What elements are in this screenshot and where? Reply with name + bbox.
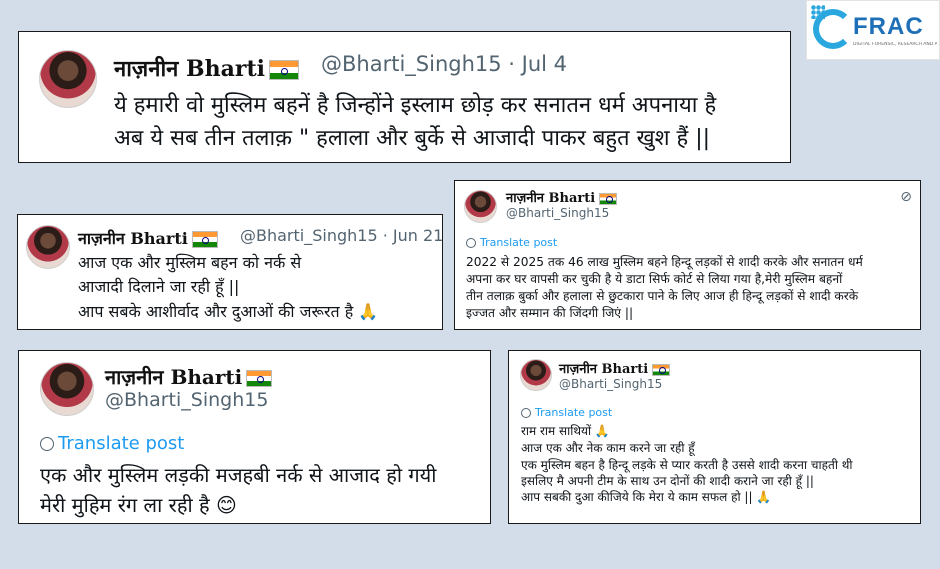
dfrac-logo: FRAC DIGITAL FORENSIC, RESEARCH AND ANAL… — [806, 0, 940, 60]
tweet-card-data-claim: नाज़नीन Bharti @Bharti_Singh15 ⊘ Transla… — [454, 180, 921, 330]
tweet-text-line: मेरी मुहिम रंग ला रही है 😊 — [40, 493, 237, 517]
tweet-text-line: ये हमारी वो मुस्लिम बहनें है जिन्होंने इ… — [114, 93, 717, 118]
india-flag-icon — [599, 192, 618, 205]
tweet-text-line: आज एक और नेक काम करने जा रही हूँ — [521, 441, 695, 455]
translate-post-link[interactable]: Translate post — [40, 433, 184, 454]
tweet-card-girl-freed: नाज़नीन Bharti @Bharti_Singh15 Translate… — [18, 350, 491, 524]
display-name[interactable]: नाज़नीन Bharti — [114, 53, 299, 83]
india-flag-icon — [191, 231, 218, 248]
india-flag-icon — [268, 60, 299, 80]
india-flag-icon — [652, 363, 671, 376]
tweet-text-line: एक और मुस्लिम लड़की मजहबी नर्क से आजाद ह… — [40, 463, 437, 487]
display-name[interactable]: नाज़नीन Bharti — [559, 359, 671, 377]
profile-avatar[interactable] — [464, 190, 497, 223]
display-name[interactable]: नाज़नीन Bharti — [78, 227, 218, 249]
user-handle[interactable]: @Bharti_Singh15 — [559, 377, 662, 391]
tweet-card-jun21: नाज़नीन Bharti @Bharti_Singh15 · Jun 21 … — [17, 214, 443, 330]
profile-avatar[interactable] — [40, 362, 94, 416]
translate-post-link[interactable]: Translate post — [521, 406, 612, 419]
tweet-text-line: अब ये सब तीन तलाक़ " हलाला और बुर्के से … — [114, 126, 711, 151]
tweet-text-line: आज एक और मुस्लिम बहन को नर्क से — [78, 253, 302, 272]
logo-tagline: DIGITAL FORENSIC, RESEARCH AND ANALYTICS… — [853, 42, 937, 47]
tweet-text-line: एक मुस्लिम बहन है हिन्दू लड़के से प्यार … — [521, 458, 853, 472]
display-name[interactable]: नाज़नीन Bharti — [105, 363, 273, 390]
tweet-text-line: 2022 से 2025 तक 46 लाख मुस्लिम बहने हिन्… — [466, 255, 863, 269]
user-handle[interactable]: @Bharti_Singh15 — [506, 206, 609, 220]
profile-avatar[interactable] — [39, 50, 97, 108]
translate-globe-icon — [521, 408, 531, 418]
tweet-text-line: अपना कर घर वापसी कर चुकी है ये डाटा सिर्… — [466, 272, 843, 286]
profile-avatar[interactable] — [520, 359, 552, 391]
tweet-card-ram-ram: नाज़नीन Bharti @Bharti_Singh15 Translate… — [508, 350, 921, 524]
tweet-text-line: राम राम साथियों 🙏 — [521, 424, 610, 438]
translate-post-link[interactable]: Translate post — [466, 236, 557, 249]
tweet-text-line: इज्जत और सम्मान की जिंदगी जिएं || — [466, 306, 634, 320]
tweet-text-line: आजादी दिलाने जा रही हूँ || — [78, 277, 240, 296]
tweet-text-line: आप सबकी दुआ कीजिये कि मेरा ये काम सफल हो… — [521, 490, 772, 504]
logo-d-mark-icon — [813, 9, 853, 49]
display-name[interactable]: नाज़नीन Bharti — [506, 188, 618, 206]
profile-avatar[interactable] — [26, 225, 70, 269]
translate-globe-icon — [466, 238, 476, 248]
translate-globe-icon — [40, 437, 54, 451]
tweet-text-line: आप सबके आशीर्वाद और दुआओं की जरूरत है 🙏 — [78, 302, 379, 321]
grok-icon[interactable]: ⊘ — [900, 189, 912, 205]
user-handle-date[interactable]: @Bharti_Singh15 · Jun 21 — [240, 226, 442, 245]
logo-wordmark: FRAC — [853, 13, 924, 40]
tweet-text-line: इसलिए मै अपनी टीम के साथ उन दोनों की शाद… — [521, 474, 814, 488]
india-flag-icon — [246, 370, 273, 387]
user-handle-date[interactable]: @Bharti_Singh15 · Jul 4 — [321, 52, 567, 76]
tweet-text-line: तीन तलाक़ बुर्का और हलाला से छुटकारा पान… — [466, 289, 859, 303]
tweet-card-jul4: नाज़नीन Bharti @Bharti_Singh15 · Jul 4 य… — [18, 31, 791, 163]
user-handle[interactable]: @Bharti_Singh15 — [105, 389, 268, 411]
